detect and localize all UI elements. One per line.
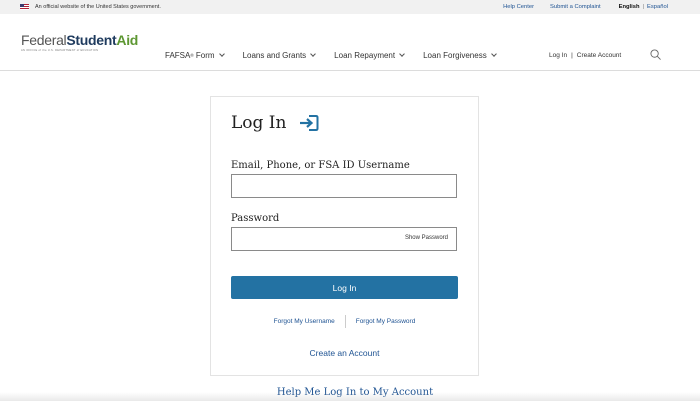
nav-loan-repayment-label: Loan Repayment <box>334 51 396 60</box>
login-card-header: Log In <box>231 113 319 133</box>
create-account-link[interactable]: Create an Account <box>211 348 478 358</box>
nav-fafsa-label: FAFSA <box>165 51 191 60</box>
federal-student-aid-logo[interactable]: FederalStudentAid AN OFFICE of the U.S. … <box>21 32 138 52</box>
password-label: Password <box>231 213 280 224</box>
login-title: Log In <box>231 113 287 133</box>
chevron-down-icon <box>399 51 405 57</box>
login-arrow-icon <box>300 115 319 131</box>
nav-fafsa-form[interactable]: FAFSA ® Form <box>165 51 225 60</box>
nav-loans-and-grants[interactable]: Loans and Grants <box>242 51 317 60</box>
forgot-username-link[interactable]: Forgot My Username <box>274 318 335 328</box>
main-nav: FAFSA ® Form Loans and Grants Loan Repaym… <box>165 51 515 60</box>
account-links: Log In | Create Account <box>549 52 621 59</box>
logo-federal-text: Federal <box>21 32 67 48</box>
logo-student-text: Student <box>66 32 117 48</box>
password-input[interactable]: Show Password <box>231 227 457 251</box>
site-header: FederalStudentAid AN OFFICE of the U.S. … <box>0 14 700 71</box>
login-submit-button[interactable]: Log In <box>231 276 458 299</box>
language-spanish[interactable]: Español <box>647 4 668 10</box>
nav-loan-forgiveness[interactable]: Loan Forgiveness <box>423 51 497 60</box>
header-create-account-link[interactable]: Create Account <box>577 52 621 59</box>
us-flag-icon <box>20 4 29 10</box>
submit-complaint-link[interactable]: Submit a Complaint <box>550 4 601 10</box>
utility-links: Help Center Submit a Complaint English |… <box>487 0 668 14</box>
username-input[interactable] <box>231 174 457 198</box>
chevron-down-icon <box>218 51 225 57</box>
chevron-down-icon <box>490 51 497 57</box>
language-separator: | <box>642 4 645 10</box>
nav-fafsa-suffix: Form <box>193 51 215 60</box>
language-english[interactable]: English <box>619 4 640 10</box>
official-website-text: An official website of the United States… <box>35 4 161 10</box>
header-link-divider: | <box>571 52 573 59</box>
forgot-links: Forgot My Username Forgot My Password <box>211 315 478 328</box>
forgot-password-link[interactable]: Forgot My Password <box>356 318 416 328</box>
login-card: Log In Email, Phone, or FSA ID Username … <box>210 96 479 376</box>
logo-subtitle: AN OFFICE of the U.S. DEPARTMENT of EDUC… <box>21 49 99 52</box>
logo-aid-text: Aid <box>116 32 139 48</box>
show-password-toggle[interactable]: Show Password <box>405 235 448 241</box>
search-icon[interactable] <box>650 49 661 60</box>
nav-loan-forgiveness-label: Loan Forgiveness <box>423 51 487 60</box>
nav-loan-repayment[interactable]: Loan Repayment <box>334 51 405 60</box>
chevron-down-icon <box>310 51 317 57</box>
help-login-link[interactable]: Help Me Log In to My Account <box>0 387 700 398</box>
username-label: Email, Phone, or FSA ID Username <box>231 160 410 171</box>
nav-loans-grants-label: Loans and Grants <box>242 51 307 60</box>
forgot-links-divider <box>344 315 346 328</box>
header-login-link[interactable]: Log In <box>549 52 567 59</box>
help-center-link[interactable]: Help Center <box>503 4 534 10</box>
official-gov-banner: An official website of the United States… <box>0 0 700 14</box>
